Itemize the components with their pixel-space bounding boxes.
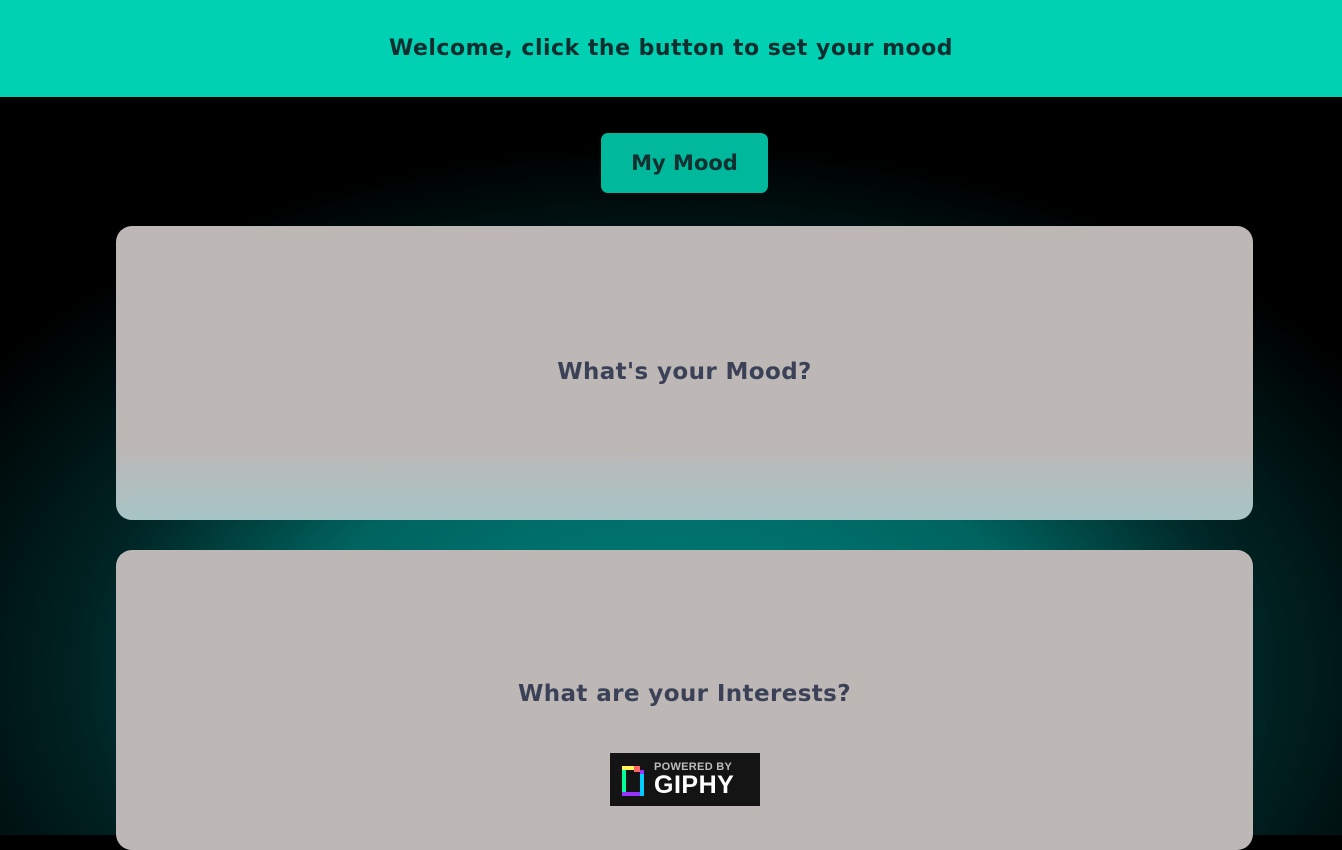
mood-card: What's your Mood? [116,226,1253,520]
my-mood-button[interactable]: My Mood [601,133,768,193]
giphy-label: GIPHY [654,770,735,799]
interests-card: What are your Interests? POWERED BY GIPH… [116,550,1253,850]
welcome-title: Welcome, click the button to set your mo… [388,36,954,61]
mood-card-title: What's your Mood? [557,359,812,385]
page-header: Welcome, click the button to set your mo… [0,0,1342,97]
powered-by-giphy-badge: POWERED BY GIPHY [610,753,760,806]
giphy-logo-icon [622,765,644,796]
interests-card-title: What are your Interests? [517,681,852,707]
